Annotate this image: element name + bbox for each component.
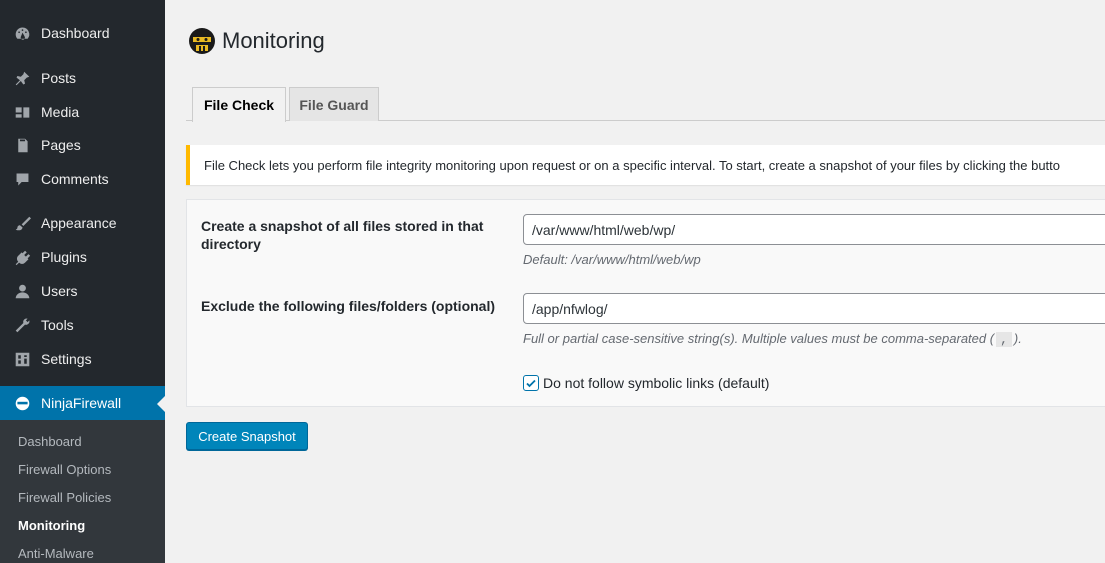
sidebar-item-posts[interactable]: Posts xyxy=(0,61,165,95)
sidebar-item-label: Plugins xyxy=(41,249,87,265)
sidebar-item-label: Settings xyxy=(41,351,92,367)
sidebar-item-ninjafirewall[interactable]: NinjaFirewall xyxy=(0,386,165,420)
sidebar-item-comments[interactable]: Comments xyxy=(0,162,165,196)
submenu-item-dashboard[interactable]: Dashboard xyxy=(18,434,82,449)
sidebar-item-tools[interactable]: Tools xyxy=(0,308,165,342)
wrench-icon xyxy=(12,315,32,335)
ninja-icon xyxy=(12,393,32,413)
submenu-item-firewall-policies[interactable]: Firewall Policies xyxy=(18,490,111,505)
page-title: Monitoring xyxy=(222,28,325,53)
sidebar-item-dashboard[interactable]: Dashboard xyxy=(0,16,165,50)
snapshot-dir-label: Create a snapshot of all files stored in… xyxy=(201,218,484,252)
sidebar-item-label: Users xyxy=(41,283,78,299)
sidebar-item-media[interactable]: Media xyxy=(0,95,165,129)
checkmark-icon xyxy=(526,379,536,388)
symlinks-label: Do not follow symbolic links (default) xyxy=(543,375,770,391)
snapshot-dir-help: Default: /var/www/html/web/wp xyxy=(523,252,701,267)
comment-icon xyxy=(12,169,32,189)
comma-code: , xyxy=(996,332,1012,347)
dashboard-icon xyxy=(12,23,32,43)
plug-icon xyxy=(12,247,32,267)
sidebar-item-label: Dashboard xyxy=(41,25,110,41)
user-icon xyxy=(12,281,32,301)
page-icon xyxy=(12,135,32,155)
ninjafirewall-submenu: Dashboard Firewall Options Firewall Poli… xyxy=(0,420,165,563)
sidebar-item-pages[interactable]: Pages xyxy=(0,128,165,162)
tab-file-check[interactable]: File Check xyxy=(192,87,286,122)
submenu-item-monitoring[interactable]: Monitoring xyxy=(18,518,85,533)
sidebar-item-users[interactable]: Users xyxy=(0,274,165,308)
symlinks-checkbox[interactable] xyxy=(523,375,539,391)
exclude-help-end: ). xyxy=(1013,331,1022,346)
symlinks-option[interactable]: Do not follow symbolic links (default) xyxy=(523,375,769,391)
create-snapshot-button[interactable]: Create Snapshot xyxy=(186,422,308,450)
sidebar-item-label: Posts xyxy=(41,70,77,86)
ninja-logo-icon xyxy=(187,26,217,56)
info-notice: File Check lets you perform file integri… xyxy=(186,145,1105,185)
sidebar-item-settings[interactable]: Settings xyxy=(0,342,165,376)
paintbrush-icon xyxy=(12,213,32,233)
settings-icon xyxy=(12,349,32,369)
exclude-label: Exclude the following files/folders (opt… xyxy=(201,298,496,314)
sidebar-item-label: Media xyxy=(41,104,80,120)
pin-icon xyxy=(12,68,32,88)
notice-text: File Check lets you perform file integri… xyxy=(204,157,1061,173)
sidebar-item-label: Pages xyxy=(41,137,81,153)
tab-bar: File Check File Guard xyxy=(186,87,1105,122)
exclude-input[interactable] xyxy=(523,293,1105,324)
sidebar-item-plugins[interactable]: Plugins xyxy=(0,240,165,274)
snapshot-dir-input[interactable] xyxy=(523,214,1105,245)
sidebar-item-label: Appearance xyxy=(41,215,117,231)
file-check-form: Create a snapshot of all files stored in… xyxy=(186,199,1105,407)
page-header: Monitoring xyxy=(187,26,325,56)
tab-file-guard[interactable]: File Guard xyxy=(289,87,379,121)
sidebar-item-label: NinjaFirewall xyxy=(41,395,122,411)
submenu-item-firewall-options[interactable]: Firewall Options xyxy=(18,462,111,477)
exclude-help: Full or partial case-sensitive string(s)… xyxy=(523,331,1022,347)
media-icon xyxy=(12,102,32,122)
sidebar-item-label: Comments xyxy=(41,171,109,187)
sidebar-item-appearance[interactable]: Appearance xyxy=(0,206,165,240)
active-menu-arrow xyxy=(157,396,165,412)
sidebar-item-label: Tools xyxy=(41,317,74,333)
admin-sidebar: Dashboard Posts Media Pages Comments App… xyxy=(0,0,165,563)
submenu-item-anti-malware[interactable]: Anti-Malware xyxy=(18,546,94,561)
exclude-help-text: Full or partial case-sensitive string(s)… xyxy=(523,331,995,346)
